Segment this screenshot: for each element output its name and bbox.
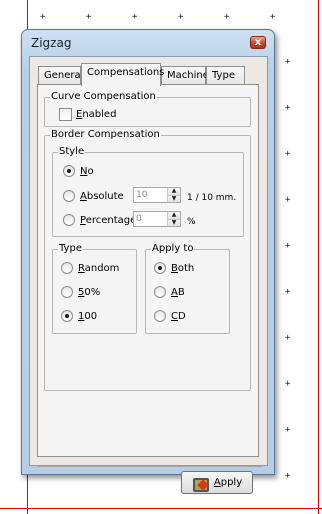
apply-cd-radio[interactable] bbox=[154, 310, 166, 322]
type-100-option[interactable]: 100 bbox=[61, 310, 97, 322]
grid-mark: + bbox=[285, 379, 291, 389]
apply-to-legend: Apply to bbox=[151, 243, 195, 254]
grid-mark: + bbox=[285, 287, 291, 297]
grid-mark: + bbox=[132, 12, 138, 22]
apply-ab-option[interactable]: AB bbox=[154, 286, 185, 298]
type-50-option[interactable]: 50% bbox=[61, 286, 100, 298]
grid-mark: + bbox=[40, 12, 46, 22]
enabled-checkbox[interactable] bbox=[59, 108, 72, 121]
tab-machine[interactable]: Machine bbox=[161, 66, 209, 84]
grid-mark: + bbox=[285, 471, 291, 481]
grid-mark: + bbox=[285, 241, 291, 251]
enabled-label: Enabled bbox=[76, 109, 117, 120]
type-100-radio[interactable] bbox=[61, 310, 73, 322]
close-button[interactable]: x bbox=[250, 36, 266, 49]
absolute-value[interactable]: 10 bbox=[134, 188, 167, 202]
grid-mark: + bbox=[86, 12, 92, 22]
apply-button[interactable]: Apply bbox=[181, 471, 253, 494]
grid-mark: + bbox=[270, 12, 276, 22]
style-absolute-label: Absolute bbox=[80, 190, 124, 202]
compensations-panel: Curve Compensation Enabled Border Compen… bbox=[37, 84, 259, 457]
footer-divider bbox=[37, 466, 262, 467]
grid-mark: + bbox=[285, 195, 291, 205]
style-group: Style No Absolute 10 ▲ ▼ 1 / 10 mm. Perc… bbox=[52, 146, 244, 237]
percentage-spin-buttons: ▲ ▼ bbox=[167, 212, 180, 226]
apply-cd-label: CD bbox=[171, 310, 186, 322]
tab-type[interactable]: Type bbox=[206, 66, 245, 84]
absolute-spinner[interactable]: 10 ▲ ▼ bbox=[133, 187, 181, 203]
grid-mark: + bbox=[224, 12, 230, 22]
zigzag-dialog: Zigzag x General Compensations Machine T… bbox=[21, 29, 275, 494]
style-percentage-label: Percentage bbox=[80, 214, 137, 226]
enabled-checkbox-row[interactable]: Enabled bbox=[59, 108, 116, 121]
style-no-label: No bbox=[80, 165, 94, 177]
apply-label: Apply bbox=[213, 477, 243, 488]
style-no-radio[interactable] bbox=[63, 165, 75, 177]
absolute-unit: 1 / 10 mm. bbox=[187, 193, 237, 203]
type-random-label: Random bbox=[78, 262, 120, 274]
style-absolute-option[interactable]: Absolute bbox=[63, 190, 124, 202]
type-random-radio[interactable] bbox=[61, 262, 73, 274]
red-guide-bottom bbox=[0, 508, 322, 509]
percentage-spinner[interactable]: 0 ▲ ▼ bbox=[133, 211, 181, 227]
tab-compensations[interactable]: Compensations bbox=[81, 63, 164, 86]
grid-mark: + bbox=[285, 333, 291, 343]
style-percentage-option[interactable]: Percentage bbox=[63, 214, 136, 226]
red-guide-right bbox=[318, 0, 319, 514]
style-absolute-radio[interactable] bbox=[63, 190, 75, 202]
apply-ab-label: AB bbox=[171, 286, 185, 298]
tab-general[interactable]: General bbox=[38, 66, 83, 84]
grid-mark: + bbox=[285, 149, 291, 159]
tool-icon bbox=[192, 476, 209, 492]
grid-mark: + bbox=[285, 103, 291, 113]
apply-both-radio[interactable] bbox=[154, 262, 166, 274]
apply-cd-option[interactable]: CD bbox=[154, 310, 186, 322]
type-legend: Type bbox=[58, 243, 83, 254]
style-legend: Style bbox=[58, 146, 86, 157]
curve-compensation-legend: Curve Compensation bbox=[50, 91, 157, 102]
style-no-option[interactable]: No bbox=[63, 165, 94, 177]
apply-to-group: Apply to Both AB CD bbox=[145, 243, 230, 334]
window-title: Zigzag bbox=[31, 36, 72, 50]
type-100-label: 100 bbox=[78, 310, 98, 322]
percentage-down-icon[interactable]: ▼ bbox=[168, 219, 180, 226]
border-compensation-legend: Border Compensation bbox=[50, 129, 161, 140]
type-random-option[interactable]: Random bbox=[61, 262, 119, 274]
type-50-radio[interactable] bbox=[61, 286, 73, 298]
percentage-unit: % bbox=[187, 217, 196, 227]
curve-compensation-group: Curve Compensation Enabled bbox=[44, 91, 251, 127]
grid-mark: + bbox=[285, 57, 291, 67]
apply-both-option[interactable]: Both bbox=[154, 262, 194, 274]
apply-ab-radio[interactable] bbox=[154, 286, 166, 298]
percentage-value[interactable]: 0 bbox=[134, 212, 167, 226]
dialog-client: General Compensations Machine Type Curve… bbox=[29, 56, 268, 494]
apply-both-label: Both bbox=[171, 262, 195, 274]
type-50-label: 50% bbox=[78, 286, 101, 298]
grid-mark: + bbox=[178, 12, 184, 22]
style-percentage-radio[interactable] bbox=[63, 214, 75, 226]
grid-mark: + bbox=[285, 425, 291, 435]
absolute-spin-buttons: ▲ ▼ bbox=[167, 188, 180, 202]
absolute-down-icon[interactable]: ▼ bbox=[168, 195, 180, 202]
type-group: Type Random 50% 100 bbox=[52, 243, 137, 334]
border-compensation-group: Border Compensation Style No Absolute 10 bbox=[44, 129, 251, 391]
